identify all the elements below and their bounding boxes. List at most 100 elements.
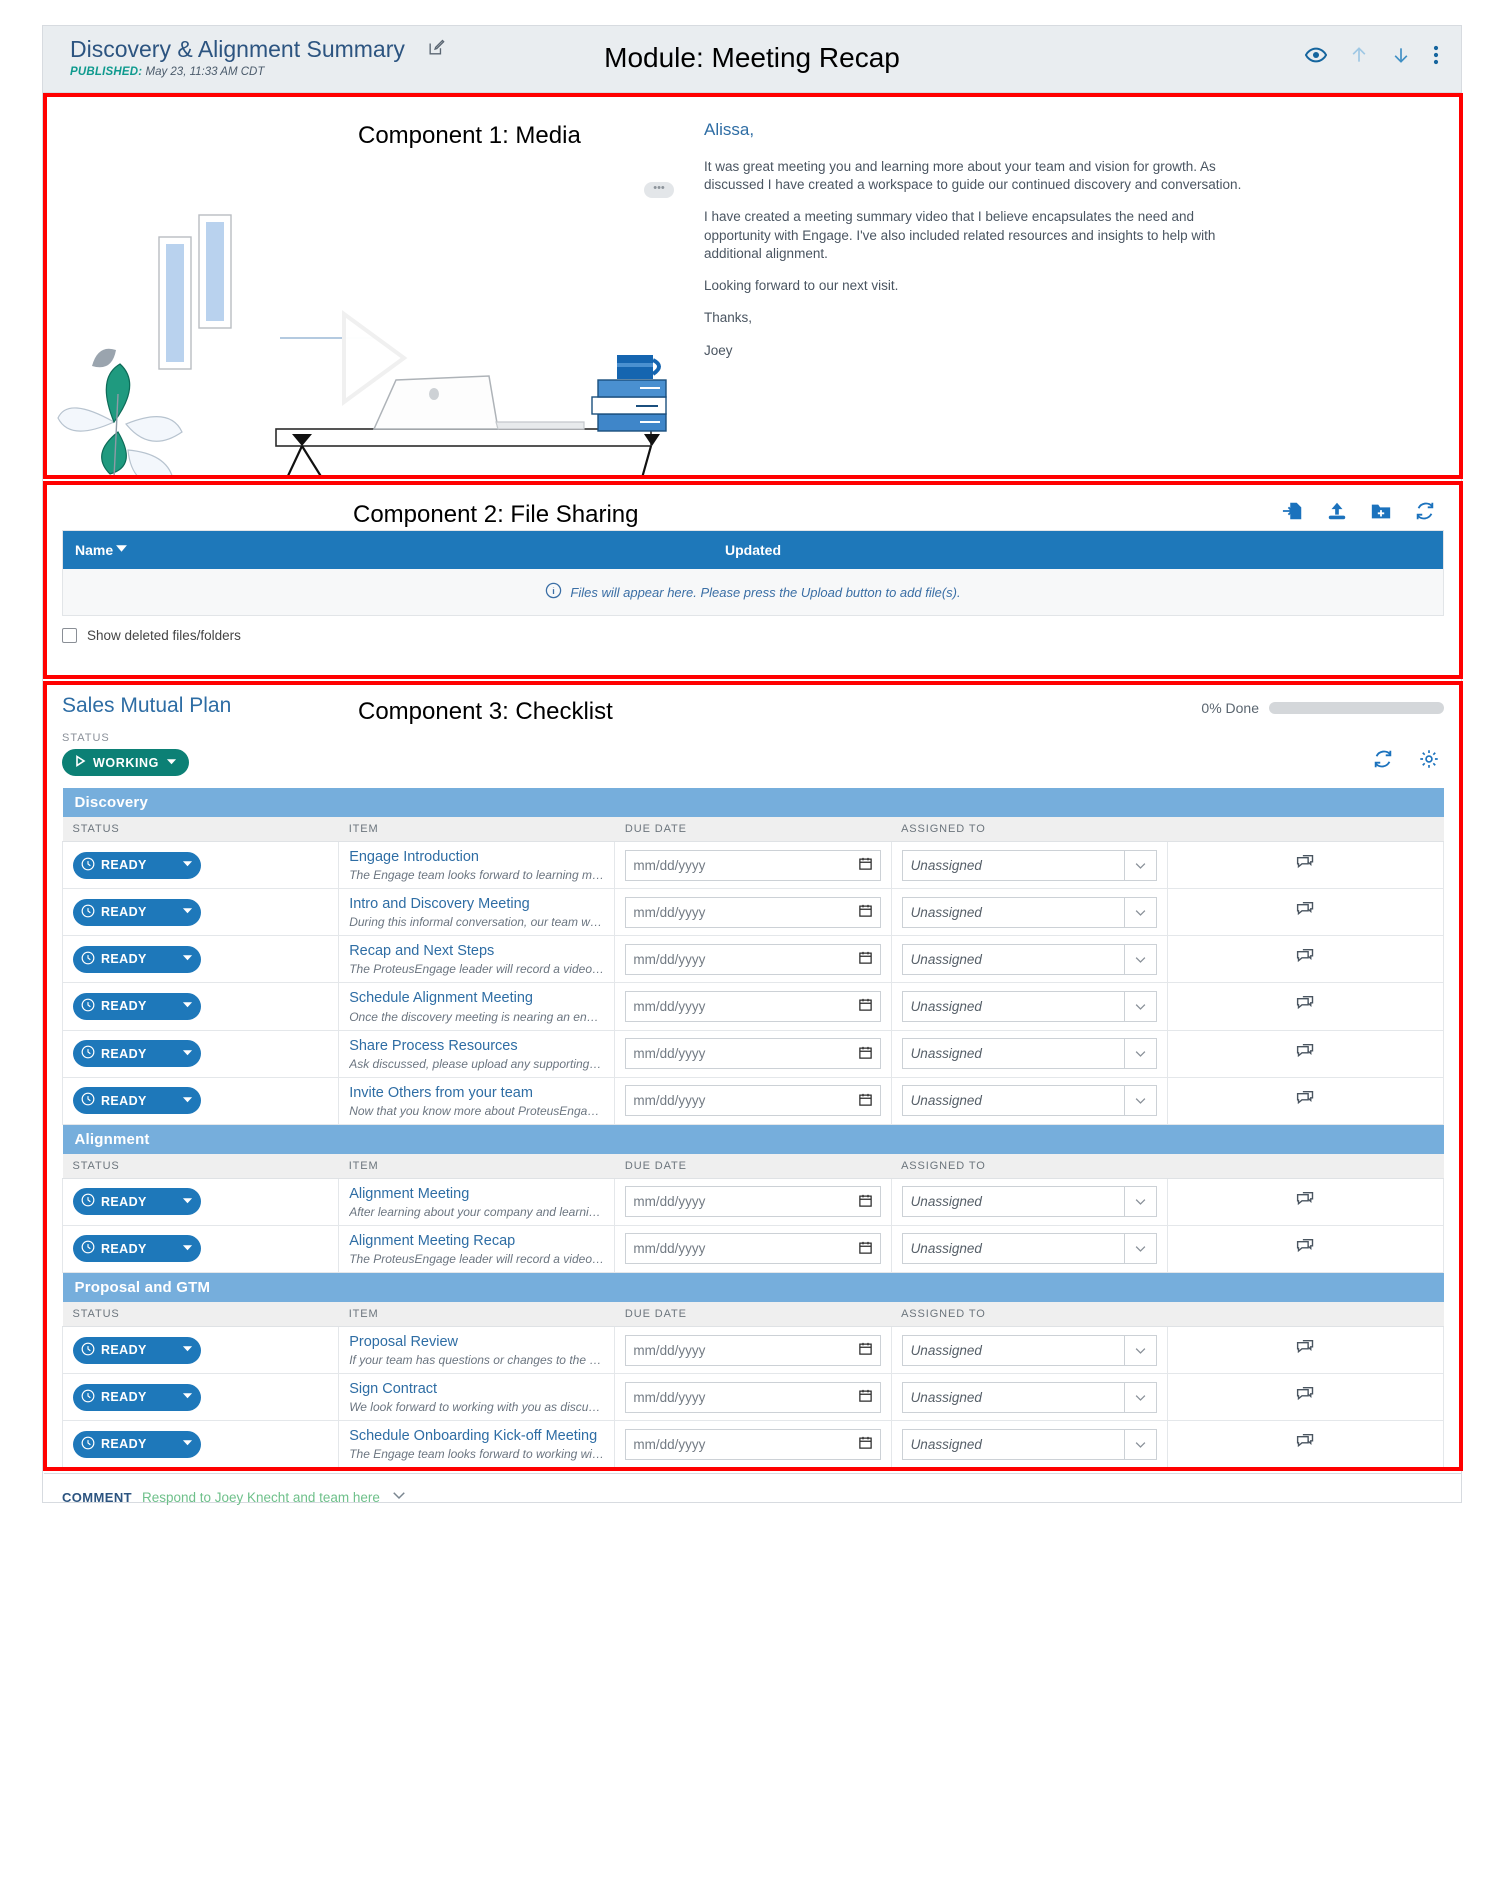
new-folder-icon[interactable] [1370, 500, 1392, 527]
chevron-down-icon[interactable] [1123, 1429, 1156, 1459]
calendar-icon[interactable] [858, 1388, 873, 1406]
comments-icon[interactable] [1295, 902, 1316, 924]
more-options-icon[interactable] [1433, 44, 1439, 66]
chevron-down-icon[interactable] [1123, 1382, 1156, 1412]
item-title[interactable]: Invite Others from your team [349, 1084, 604, 1102]
chevron-down-icon[interactable] [1123, 850, 1156, 880]
comment-input[interactable]: Respond to Joey Knecht and team here [142, 1490, 380, 1505]
comments-icon[interactable] [1295, 996, 1316, 1018]
item-title[interactable]: Engage Introduction [349, 848, 604, 866]
due-date-input[interactable]: mm/dd/yyyy [625, 1381, 881, 1413]
assignee-select[interactable]: Unassigned [901, 1381, 1157, 1413]
item-status-badge[interactable]: READY [73, 1087, 201, 1115]
calendar-icon[interactable] [858, 950, 873, 968]
calendar-icon[interactable] [858, 1092, 873, 1110]
settings-gear-icon[interactable] [1418, 748, 1440, 775]
item-title[interactable]: Recap and Next Steps [349, 942, 604, 960]
comments-icon[interactable] [1295, 949, 1316, 971]
comments-icon[interactable] [1295, 855, 1316, 877]
comments-icon[interactable] [1295, 1090, 1316, 1113]
calendar-icon[interactable] [858, 1240, 873, 1258]
assignee-select[interactable]: Unassigned [901, 1428, 1157, 1460]
calendar-icon[interactable] [858, 997, 873, 1015]
item-title[interactable]: Intro and Discovery Meeting [349, 895, 604, 913]
column-header-name[interactable]: Name [63, 542, 543, 558]
due-date-input[interactable]: mm/dd/yyyy [625, 990, 881, 1022]
chevron-down-icon[interactable] [1123, 1039, 1156, 1069]
due-date-input[interactable]: mm/dd/yyyy [625, 1334, 881, 1366]
chevron-down-icon[interactable] [1123, 1086, 1156, 1116]
comments-icon[interactable] [1295, 1191, 1316, 1214]
item-status-badge[interactable]: READY [73, 1040, 201, 1068]
chevron-down-icon[interactable] [1123, 1234, 1156, 1264]
due-date-input[interactable]: mm/dd/yyyy [625, 1428, 881, 1460]
refresh-icon[interactable] [1372, 748, 1394, 775]
assignee-select[interactable]: Unassigned [901, 1186, 1157, 1218]
due-date-input[interactable]: mm/dd/yyyy [625, 1038, 881, 1070]
item-title[interactable]: Proposal Review [349, 1333, 604, 1351]
comment-bar[interactable]: COMMENT Respond to Joey Knecht and team … [44, 1473, 1462, 1521]
calendar-icon[interactable] [858, 1193, 873, 1211]
calendar-icon[interactable] [858, 1045, 873, 1063]
preview-eye-icon[interactable] [1304, 44, 1328, 66]
due-date-input[interactable]: mm/dd/yyyy [625, 1233, 881, 1265]
item-title[interactable]: Alignment Meeting Recap [349, 1232, 604, 1250]
upload-icon[interactable] [1326, 500, 1348, 527]
refresh-icon[interactable] [1414, 500, 1436, 527]
item-title[interactable]: Share Process Resources [349, 1037, 604, 1055]
item-status-badge[interactable]: READY [73, 851, 201, 879]
item-title[interactable]: Schedule Onboarding Kick-off Meeting [349, 1427, 604, 1445]
media-overflow-dots[interactable]: ••• [644, 182, 674, 198]
video-thumbnail[interactable]: ••• [44, 94, 684, 478]
calendar-icon[interactable] [858, 1341, 873, 1359]
due-date-input[interactable]: mm/dd/yyyy [625, 1186, 881, 1218]
item-status-badge[interactable]: READY [73, 1430, 201, 1458]
due-date-placeholder: mm/dd/yyyy [633, 951, 706, 967]
comments-icon[interactable] [1295, 1387, 1316, 1409]
chevron-down-icon[interactable] [1123, 1335, 1156, 1365]
assignee-select[interactable]: Unassigned [901, 896, 1157, 928]
chevron-down-icon[interactable] [1123, 897, 1156, 927]
item-title[interactable]: Sign Contract [349, 1380, 604, 1398]
calendar-icon[interactable] [858, 903, 873, 921]
calendar-icon[interactable] [858, 1435, 873, 1453]
item-status-badge[interactable]: READY [73, 1188, 201, 1216]
chevron-down-icon[interactable] [390, 1486, 408, 1509]
assignee-select[interactable]: Unassigned [901, 1233, 1157, 1265]
calendar-icon[interactable] [858, 856, 873, 874]
item-status-badge[interactable]: READY [73, 1336, 201, 1364]
assignee-select[interactable]: Unassigned [901, 1085, 1157, 1117]
move-up-icon[interactable] [1349, 44, 1369, 66]
chevron-down-icon[interactable] [1123, 1187, 1156, 1217]
item-status-badge[interactable]: READY [73, 898, 201, 926]
show-deleted-checkbox[interactable]: Show deleted files/folders [62, 628, 1444, 643]
assignee-select[interactable]: Unassigned [901, 990, 1157, 1022]
checklist-title[interactable]: Sales Mutual Plan [62, 694, 231, 717]
checkbox-box[interactable] [62, 628, 77, 643]
due-date-input[interactable]: mm/dd/yyyy [625, 849, 881, 881]
assignee-select[interactable]: Unassigned [901, 1038, 1157, 1070]
sort-desc-icon[interactable] [115, 542, 128, 558]
comments-icon[interactable] [1295, 1340, 1316, 1362]
chevron-down-icon[interactable] [1123, 991, 1156, 1021]
comments-icon[interactable] [1295, 1043, 1316, 1066]
item-status-badge[interactable]: READY [73, 992, 201, 1020]
assignee-select[interactable]: Unassigned [901, 943, 1157, 975]
assignee-select[interactable]: Unassigned [901, 1334, 1157, 1366]
due-date-input[interactable]: mm/dd/yyyy [625, 1085, 881, 1117]
comments-icon[interactable] [1295, 1434, 1316, 1456]
due-date-input[interactable]: mm/dd/yyyy [625, 943, 881, 975]
column-header-updated[interactable]: Updated [543, 542, 963, 558]
item-status-badge[interactable]: READY [73, 1235, 201, 1263]
chevron-down-icon[interactable] [1123, 944, 1156, 974]
item-title[interactable]: Schedule Alignment Meeting [349, 989, 604, 1007]
assignee-select[interactable]: Unassigned [901, 849, 1157, 881]
item-title[interactable]: Alignment Meeting [349, 1185, 604, 1203]
status-badge[interactable]: WORKING [62, 749, 189, 776]
import-file-icon[interactable] [1282, 500, 1304, 527]
item-status-badge[interactable]: READY [73, 945, 201, 973]
move-down-icon[interactable] [1391, 44, 1411, 66]
item-status-badge[interactable]: READY [73, 1383, 201, 1411]
due-date-input[interactable]: mm/dd/yyyy [625, 896, 881, 928]
comments-icon[interactable] [1295, 1238, 1316, 1261]
